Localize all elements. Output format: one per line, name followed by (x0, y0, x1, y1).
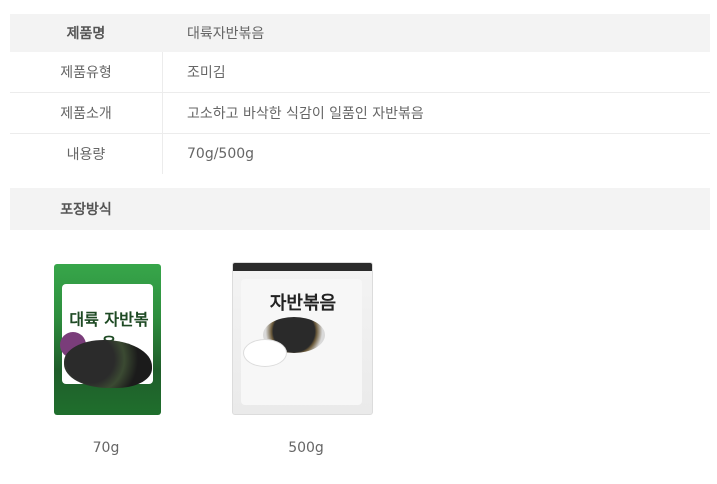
spec-value: 70g/500g (187, 146, 255, 162)
spec-row-product-intro: 제품소개 고소하고 바삭한 식감이 일품인 자반볶음 (10, 93, 710, 134)
spec-row-product-name: 제품명 대륙자반볶음 (10, 14, 710, 52)
spec-value: 대륙자반볶음 (187, 26, 265, 42)
spec-label: 제품소개 (60, 106, 112, 122)
rice-bowl-graphic (243, 339, 287, 367)
divider (162, 134, 163, 174)
product-caption: 500g (288, 440, 324, 456)
spec-row-product-type: 제품유형 조미김 (10, 52, 710, 93)
spec-row-content-amount: 내용량 70g/500g (10, 134, 710, 174)
product-image-500g-pouch: 자반볶음 (232, 262, 373, 415)
product-spec-table: 제품명 대륙자반볶음 제품유형 조미김 제품소개 고소하고 바삭한 식감이 일품… (10, 14, 710, 174)
spec-label: 제품유형 (60, 65, 112, 81)
packaging-section-header: 포장방식 (10, 188, 710, 230)
spec-label: 내용량 (66, 147, 106, 163)
pack-title: 자반볶음 (269, 293, 337, 314)
product-caption: 70g (92, 440, 120, 456)
divider (162, 93, 163, 133)
spec-label: 제품명 (66, 26, 106, 42)
spec-value: 고소하고 바삭한 식감이 일품인 자반볶음 (187, 106, 424, 122)
section-title: 포장방식 (60, 202, 112, 218)
spec-value: 조미김 (187, 65, 226, 81)
divider (162, 52, 163, 92)
product-image-70g-bag: 대륙 자반볶음 (54, 264, 161, 415)
